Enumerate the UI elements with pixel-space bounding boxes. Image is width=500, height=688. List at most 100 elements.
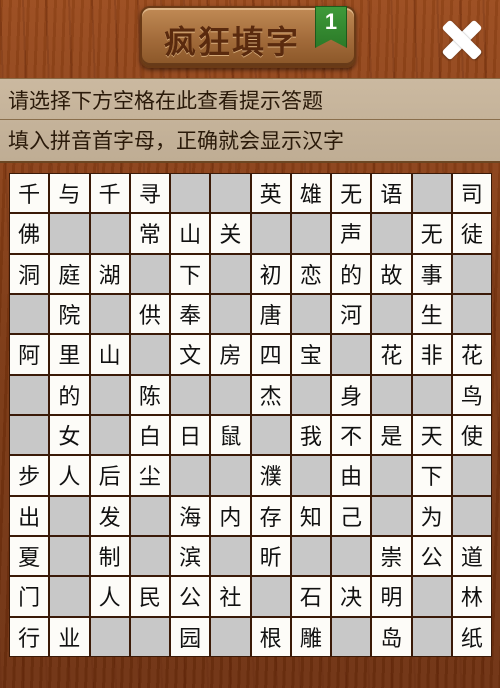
grid-cell-blank[interactable]	[130, 335, 169, 374]
grid-cell-blank[interactable]	[171, 456, 210, 495]
grid-cell[interactable]: 由	[332, 456, 371, 495]
grid-cell[interactable]: 女	[50, 415, 89, 455]
grid-cell[interactable]: 我	[291, 415, 330, 455]
grid-cell[interactable]: 洞	[10, 254, 49, 293]
grid-cell[interactable]: 雕	[291, 617, 330, 656]
grid-cell-blank[interactable]	[90, 375, 129, 414]
grid-cell[interactable]: 四	[251, 335, 290, 374]
grid-cell[interactable]: 林	[452, 577, 491, 616]
grid-cell[interactable]: 人	[90, 577, 129, 616]
grid-cell-blank[interactable]	[130, 536, 169, 576]
grid-cell[interactable]: 根	[251, 617, 290, 656]
grid-cell-blank[interactable]	[171, 174, 210, 213]
grid-cell[interactable]: 事	[412, 254, 451, 293]
grid-cell-blank[interactable]	[211, 294, 250, 334]
grid-cell[interactable]: 生	[412, 294, 451, 334]
grid-cell-blank[interactable]	[452, 496, 491, 535]
grid-cell-blank[interactable]	[90, 415, 129, 455]
grid-cell-blank[interactable]	[412, 577, 451, 616]
grid-cell[interactable]: 恋	[291, 254, 330, 293]
grid-cell[interactable]: 尘	[130, 456, 169, 495]
grid-cell[interactable]: 道	[452, 536, 491, 576]
grid-cell-blank[interactable]	[211, 456, 250, 495]
grid-cell[interactable]: 鼠	[211, 415, 250, 455]
grid-cell[interactable]: 己	[332, 496, 371, 535]
grid-cell-blank[interactable]	[211, 174, 250, 213]
grid-cell[interactable]: 下	[171, 254, 210, 293]
grid-cell-blank[interactable]	[130, 617, 169, 656]
grid-cell[interactable]: 佛	[10, 214, 49, 253]
grid-cell[interactable]: 山	[171, 214, 210, 253]
grid-cell[interactable]: 英	[251, 174, 290, 213]
grid-cell-blank[interactable]	[291, 456, 330, 495]
grid-cell-blank[interactable]	[452, 254, 491, 293]
grid-cell[interactable]: 天	[412, 415, 451, 455]
grid-cell[interactable]: 公	[412, 536, 451, 576]
grid-cell[interactable]: 明	[372, 577, 411, 616]
grid-cell[interactable]: 关	[211, 214, 250, 253]
grid-cell[interactable]: 奉	[171, 294, 210, 334]
grid-cell-blank[interactable]	[412, 617, 451, 656]
grid-cell-blank[interactable]	[10, 415, 49, 455]
grid-cell[interactable]: 司	[452, 174, 491, 213]
grid-cell[interactable]: 寻	[130, 174, 169, 213]
grid-cell[interactable]: 使	[452, 415, 491, 455]
grid-cell[interactable]: 的	[332, 254, 371, 293]
grid-cell[interactable]: 宝	[291, 335, 330, 374]
grid-cell[interactable]: 非	[412, 335, 451, 374]
grid-cell[interactable]: 身	[332, 375, 371, 414]
grid-cell[interactable]: 濮	[251, 456, 290, 495]
grid-cell-blank[interactable]	[372, 375, 411, 414]
grid-cell[interactable]: 雄	[291, 174, 330, 213]
grid-cell[interactable]: 庭	[50, 254, 89, 293]
grid-cell-blank[interactable]	[332, 335, 371, 374]
grid-cell[interactable]: 花	[452, 335, 491, 374]
grid-cell-blank[interactable]	[372, 496, 411, 535]
grid-cell-blank[interactable]	[10, 294, 49, 334]
grid-cell[interactable]: 昕	[251, 536, 290, 576]
grid-cell-blank[interactable]	[50, 577, 89, 616]
grid-cell-blank[interactable]	[50, 214, 89, 253]
grid-cell-blank[interactable]	[251, 214, 290, 253]
grid-cell[interactable]: 日	[171, 415, 210, 455]
grid-cell-blank[interactable]	[90, 294, 129, 334]
grid-cell-blank[interactable]	[291, 294, 330, 334]
grid-cell[interactable]: 岛	[372, 617, 411, 656]
grid-cell[interactable]: 的	[50, 375, 89, 414]
grid-cell[interactable]: 业	[50, 617, 89, 656]
grid-cell-blank[interactable]	[211, 254, 250, 293]
grid-cell-blank[interactable]	[211, 536, 250, 576]
grid-cell[interactable]: 夏	[10, 536, 49, 576]
grid-cell-blank[interactable]	[90, 617, 129, 656]
grid-cell[interactable]: 语	[372, 174, 411, 213]
grid-cell[interactable]: 出	[10, 496, 49, 535]
grid-cell[interactable]: 滨	[171, 536, 210, 576]
grid-cell[interactable]: 崇	[372, 536, 411, 576]
grid-cell-blank[interactable]	[130, 496, 169, 535]
grid-cell[interactable]: 千	[90, 174, 129, 213]
grid-cell-blank[interactable]	[372, 456, 411, 495]
grid-cell[interactable]: 后	[90, 456, 129, 495]
grid-cell[interactable]: 民	[130, 577, 169, 616]
grid-cell[interactable]: 下	[412, 456, 451, 495]
grid-cell[interactable]: 无	[412, 214, 451, 253]
grid-cell[interactable]: 千	[10, 174, 49, 213]
grid-cell[interactable]: 院	[50, 294, 89, 334]
grid-cell[interactable]: 花	[372, 335, 411, 374]
grid-cell-blank[interactable]	[10, 375, 49, 414]
grid-cell[interactable]: 决	[332, 577, 371, 616]
grid-cell[interactable]: 唐	[251, 294, 290, 334]
grid-cell[interactable]: 步	[10, 456, 49, 495]
grid-cell[interactable]: 知	[291, 496, 330, 535]
grid-cell-blank[interactable]	[211, 375, 250, 414]
grid-cell[interactable]: 阿	[10, 335, 49, 374]
grid-cell[interactable]: 初	[251, 254, 290, 293]
grid-cell[interactable]: 是	[372, 415, 411, 455]
grid-cell-blank[interactable]	[291, 536, 330, 576]
grid-cell[interactable]: 白	[130, 415, 169, 455]
grid-cell[interactable]: 人	[50, 456, 89, 495]
grid-cell-blank[interactable]	[412, 375, 451, 414]
grid-cell[interactable]: 鸟	[452, 375, 491, 414]
grid-cell[interactable]: 故	[372, 254, 411, 293]
grid-cell[interactable]: 社	[211, 577, 250, 616]
